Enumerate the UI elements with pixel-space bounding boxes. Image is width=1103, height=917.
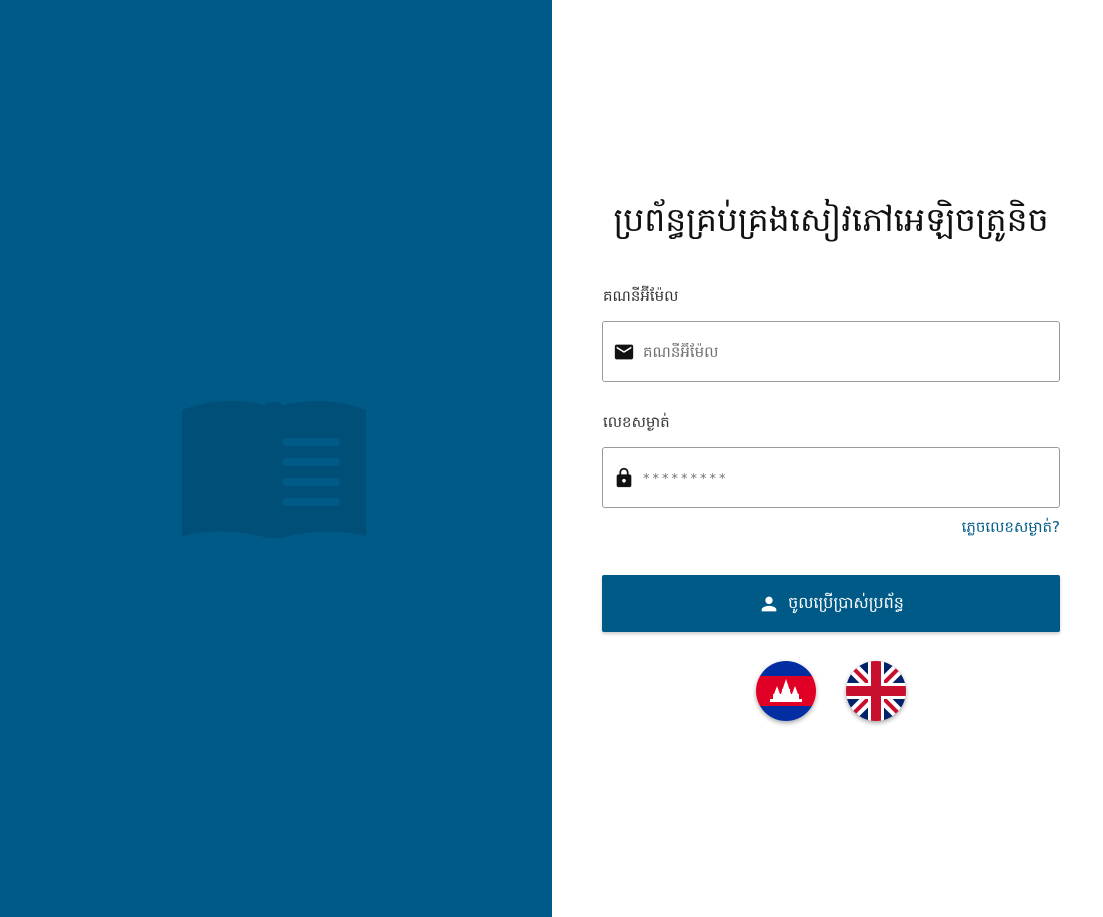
email-field[interactable] [602,321,1060,382]
language-khmer-button[interactable] [756,661,816,721]
email-input[interactable] [643,322,1043,381]
open-book-icon [182,400,366,538]
mail-icon [614,344,634,360]
email-label: គណនីអ៊ីម៉ែល [603,287,679,305]
login-button-label: ចូលប្រើប្រាស់ប្រព័ន្ធ [788,592,904,612]
person-icon [761,596,777,611]
page-title: ប្រព័ន្ធគ្រប់គ្រងសៀវភៅអេឡិចត្រូនិច [613,200,1049,239]
lock-icon [616,467,632,488]
language-english-button[interactable] [846,661,906,721]
brand-panel [0,0,552,917]
uk-flag-icon [846,661,906,721]
password-field[interactable] [602,447,1060,508]
cambodia-flag-icon [756,661,816,721]
password-label: លេខសម្ងាត់ [603,413,670,431]
forgot-password-link[interactable]: ភ្លេចលេខសម្ងាត់? [962,518,1060,540]
login-button[interactable]: ចូលប្រើប្រាស់ប្រព័ន្ធ [602,575,1060,632]
password-input[interactable] [643,448,1043,507]
